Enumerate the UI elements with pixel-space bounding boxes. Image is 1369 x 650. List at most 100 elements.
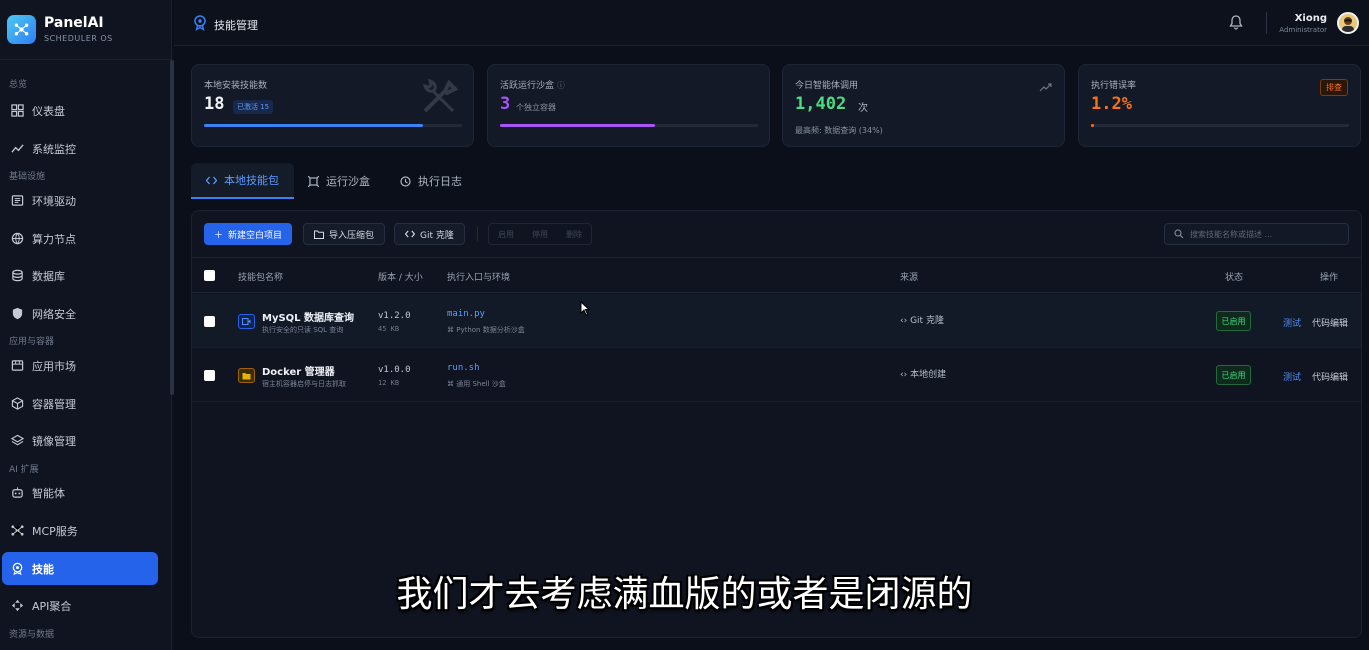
git-clone-button[interactable]: Git 克隆: [394, 223, 465, 245]
sidebar-item-label: 系统监控: [32, 142, 76, 156]
app-root: PanelAI SCHEDULER OS 总览 仪表盘 系统监控 基础设施 环境…: [0, 0, 1369, 650]
package-size: 12 KB: [378, 379, 400, 387]
stat-card-sandboxes: 活跃运行沙盒 ⓘ 3 个独立容器: [487, 64, 770, 147]
column-header: 版本 / 大小: [378, 273, 423, 283]
robot-icon: [9, 485, 25, 501]
column-header: 状态: [1225, 273, 1244, 283]
sidebar-item-label: 算力节点: [32, 232, 76, 246]
tab-label: 本地技能包: [224, 174, 279, 187]
info-icon: ⓘ: [556, 81, 565, 90]
tools-icon: [419, 77, 459, 121]
tab-local-packages[interactable]: 本地技能包: [191, 163, 294, 199]
sidebar-item-monitor[interactable]: 系统监控: [2, 132, 158, 165]
section-overview: 总览: [9, 80, 28, 90]
brand: PanelAI SCHEDULER OS: [0, 0, 172, 60]
stat-unit: 次: [858, 103, 868, 114]
section-ai: AI 扩展: [9, 465, 39, 475]
test-link[interactable]: 测试: [1283, 316, 1301, 329]
sidebar-item-label: 应用市场: [32, 359, 76, 373]
history-icon: [400, 175, 411, 187]
stat-card-installed: 本地安装技能数 18 已激活 15: [191, 64, 474, 147]
disable-button[interactable]: 停用: [523, 229, 557, 240]
row-checkbox[interactable]: [204, 316, 215, 327]
stat-sub: 个独立容器: [516, 103, 556, 112]
globe-icon: [9, 231, 25, 247]
search-input[interactable]: 搜索技能名称或描述 ...: [1164, 223, 1349, 245]
sidebar-item-dashboard[interactable]: 仪表盘: [2, 94, 158, 127]
sidebar-item-agents[interactable]: 智能体: [2, 476, 158, 509]
layers-icon: [9, 433, 25, 449]
table-row[interactable]: MySQL 数据库查询 执行安全的只读 SQL 查询 v1.2.0 45 KB …: [192, 294, 1361, 348]
stat-progress-fill: [1091, 124, 1095, 127]
driver-icon: [9, 193, 25, 209]
stat-value: 1.2%: [1091, 94, 1132, 114]
video-caption: 我们才去考虑满血版的或者是闭源的: [396, 574, 973, 615]
entry-file[interactable]: main.py: [447, 309, 485, 319]
plus-icon: ＋: [214, 230, 224, 241]
user-role: Administrator: [1279, 26, 1327, 34]
tab-logs[interactable]: 执行日志: [385, 163, 477, 199]
cube-icon: [9, 396, 25, 412]
code-icon: [206, 176, 217, 185]
table-row[interactable]: Docker 管理器 宿主机容器启停与日志抓取 v1.0.0 12 KB run…: [192, 348, 1361, 402]
sidebar-item-security[interactable]: 网络安全: [2, 297, 158, 330]
table-header: 技能包名称 版本 / 大小 执行入口与环境 来源 状态 操作: [192, 257, 1361, 293]
sandbox-icon: [308, 175, 319, 187]
new-project-button[interactable]: ＋ 新建空白项目: [204, 223, 293, 245]
section-apps: 应用与容器: [9, 337, 55, 347]
button-label: Git 克隆: [420, 230, 454, 241]
row-checkbox[interactable]: [204, 370, 215, 381]
package-size: 45 KB: [378, 325, 400, 333]
folder-icon: [314, 230, 324, 239]
header-divider: [1266, 12, 1267, 34]
stat-label: 今日智能体调用: [795, 81, 859, 91]
edit-code-link[interactable]: 代码编辑: [1312, 316, 1348, 329]
stat-value: 1,402: [795, 94, 847, 114]
status-badge[interactable]: 已启用: [1216, 311, 1251, 331]
section-infrastructure: 基础设施: [9, 172, 46, 182]
sidebar-item-images[interactable]: 镜像管理: [2, 424, 158, 457]
code-icon: [405, 230, 415, 238]
tab-sandboxes[interactable]: 运行沙盒: [293, 163, 385, 199]
sidebar-item-label: 仪表盘: [32, 104, 65, 118]
sidebar-item-drivers[interactable]: 环境驱动: [2, 184, 158, 217]
section-resources: 资源与数据: [9, 630, 55, 640]
stat-progress-fill: [500, 124, 655, 127]
select-all-checkbox[interactable]: [204, 270, 215, 281]
sandbox-icon: ⌘: [447, 380, 454, 388]
sidebar-scrollbar[interactable]: [170, 60, 174, 395]
stat-label: 本地安装技能数: [204, 81, 268, 91]
sidebar-item-database[interactable]: 数据库: [2, 259, 158, 292]
package-name: Docker 管理器: [262, 367, 335, 378]
brand-subtitle: SCHEDULER OS: [44, 34, 113, 43]
sidebar-item-market[interactable]: 应用市场: [2, 349, 158, 382]
skill-icon: [193, 15, 207, 35]
toolbar-divider: [477, 227, 478, 241]
delete-button[interactable]: 删除: [557, 229, 591, 240]
stat-label: 执行错误率: [1091, 81, 1137, 91]
import-zip-button[interactable]: 导入压缩包: [303, 223, 386, 245]
troubleshoot-badge[interactable]: 排查: [1320, 79, 1348, 96]
avatar[interactable]: [1337, 12, 1359, 34]
dashboard-icon: [9, 103, 25, 119]
status-badge[interactable]: 已启用: [1216, 365, 1251, 385]
edit-code-link[interactable]: 代码编辑: [1312, 370, 1348, 383]
button-label: 导入压缩包: [329, 230, 375, 241]
package-version: v1.0.0: [378, 365, 411, 375]
tab-label: 执行日志: [418, 175, 462, 188]
sidebar: PanelAI SCHEDULER OS 总览 仪表盘 系统监控 基础设施 环境…: [0, 0, 174, 650]
sidebar-item-label: MCP服务: [32, 524, 78, 538]
stat-sub: 最高频: 数据查询 (34%): [795, 126, 883, 135]
sidebar-item-containers[interactable]: 容器管理: [2, 387, 158, 420]
enable-button[interactable]: 启用: [489, 229, 523, 240]
user-name: Xiong: [1294, 13, 1327, 24]
bell-icon[interactable]: [1229, 14, 1243, 34]
sidebar-item-mcp[interactable]: MCP服务: [2, 514, 158, 547]
tab-bar: 本地技能包 运行沙盒 执行日志: [191, 163, 1362, 199]
sidebar-item-label: 智能体: [32, 486, 65, 500]
package-version: v1.2.0: [378, 311, 411, 321]
sidebar-item-nodes[interactable]: 算力节点: [2, 222, 158, 255]
entry-file[interactable]: run.sh: [447, 363, 480, 373]
test-link[interactable]: 测试: [1283, 370, 1301, 383]
tab-label: 运行沙盒: [326, 175, 370, 188]
